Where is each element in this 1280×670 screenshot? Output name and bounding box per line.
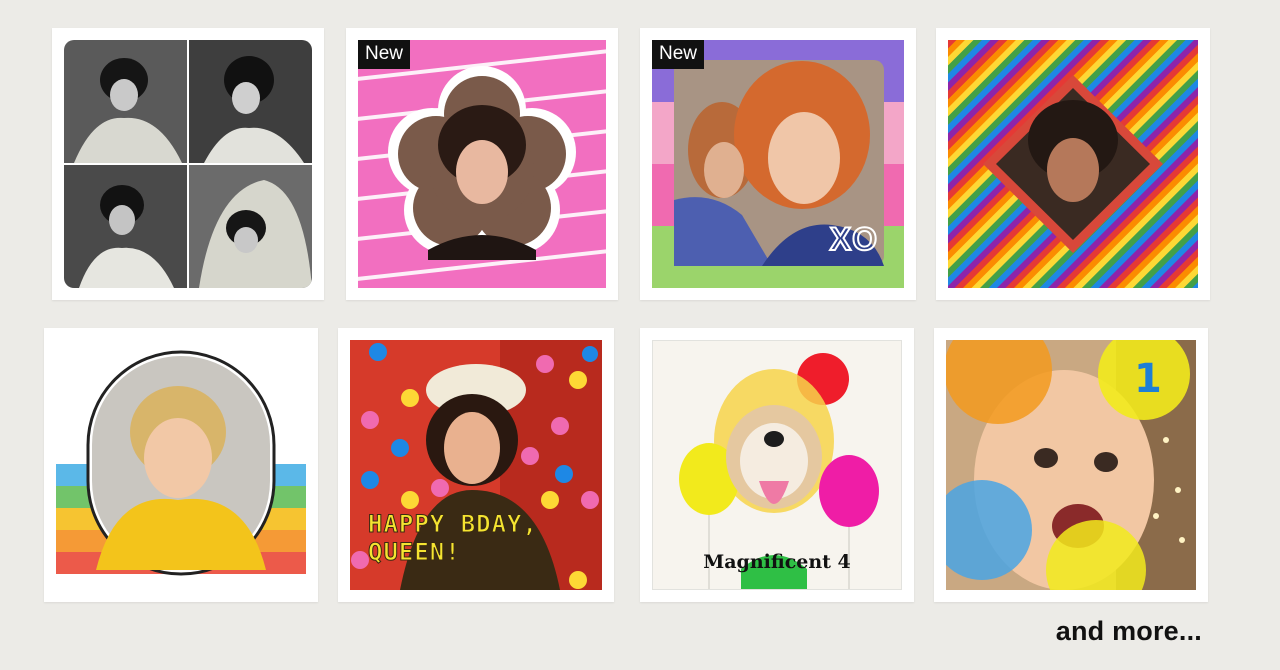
retro-rainbow-preview	[56, 340, 306, 590]
balloon-baby-preview: 1	[946, 340, 1196, 590]
template-card-balloon-baby[interactable]: 1	[934, 328, 1208, 602]
birthday-number: 1	[1134, 356, 1162, 402]
template-card-flower[interactable]: New	[346, 28, 618, 300]
confetti-preview: HAPPY BDAY, QUEEN!	[350, 340, 602, 590]
dog-caption: Magnificent 4	[703, 551, 851, 573]
xo-stamp: XO	[829, 220, 878, 258]
bday-caption-line2: QUEEN!	[368, 538, 461, 567]
flower-preview	[358, 40, 606, 288]
xo-preview: XO	[652, 40, 904, 288]
balloon-dog-preview: Magnificent 4	[652, 340, 902, 590]
template-card-rainbow-diamond[interactable]	[936, 28, 1210, 300]
new-badge: New	[358, 40, 411, 69]
rainbow-diamond-preview	[948, 40, 1198, 288]
bday-caption: HAPPY BDAY, QUEEN!	[368, 510, 538, 567]
and-more-label: and more...	[1055, 616, 1202, 646]
template-card-balloon-dog[interactable]: Magnificent 4	[640, 328, 914, 602]
bday-caption-line1: HAPPY BDAY,	[368, 510, 538, 539]
new-badge: New	[652, 40, 705, 69]
template-card-retro-rainbow[interactable]	[44, 328, 318, 602]
template-card-bw-grid[interactable]	[52, 28, 324, 300]
template-card-xo[interactable]: New XO	[640, 28, 916, 300]
bw-grid-preview	[64, 40, 312, 288]
template-card-confetti[interactable]: HAPPY BDAY, QUEEN!	[338, 328, 614, 602]
